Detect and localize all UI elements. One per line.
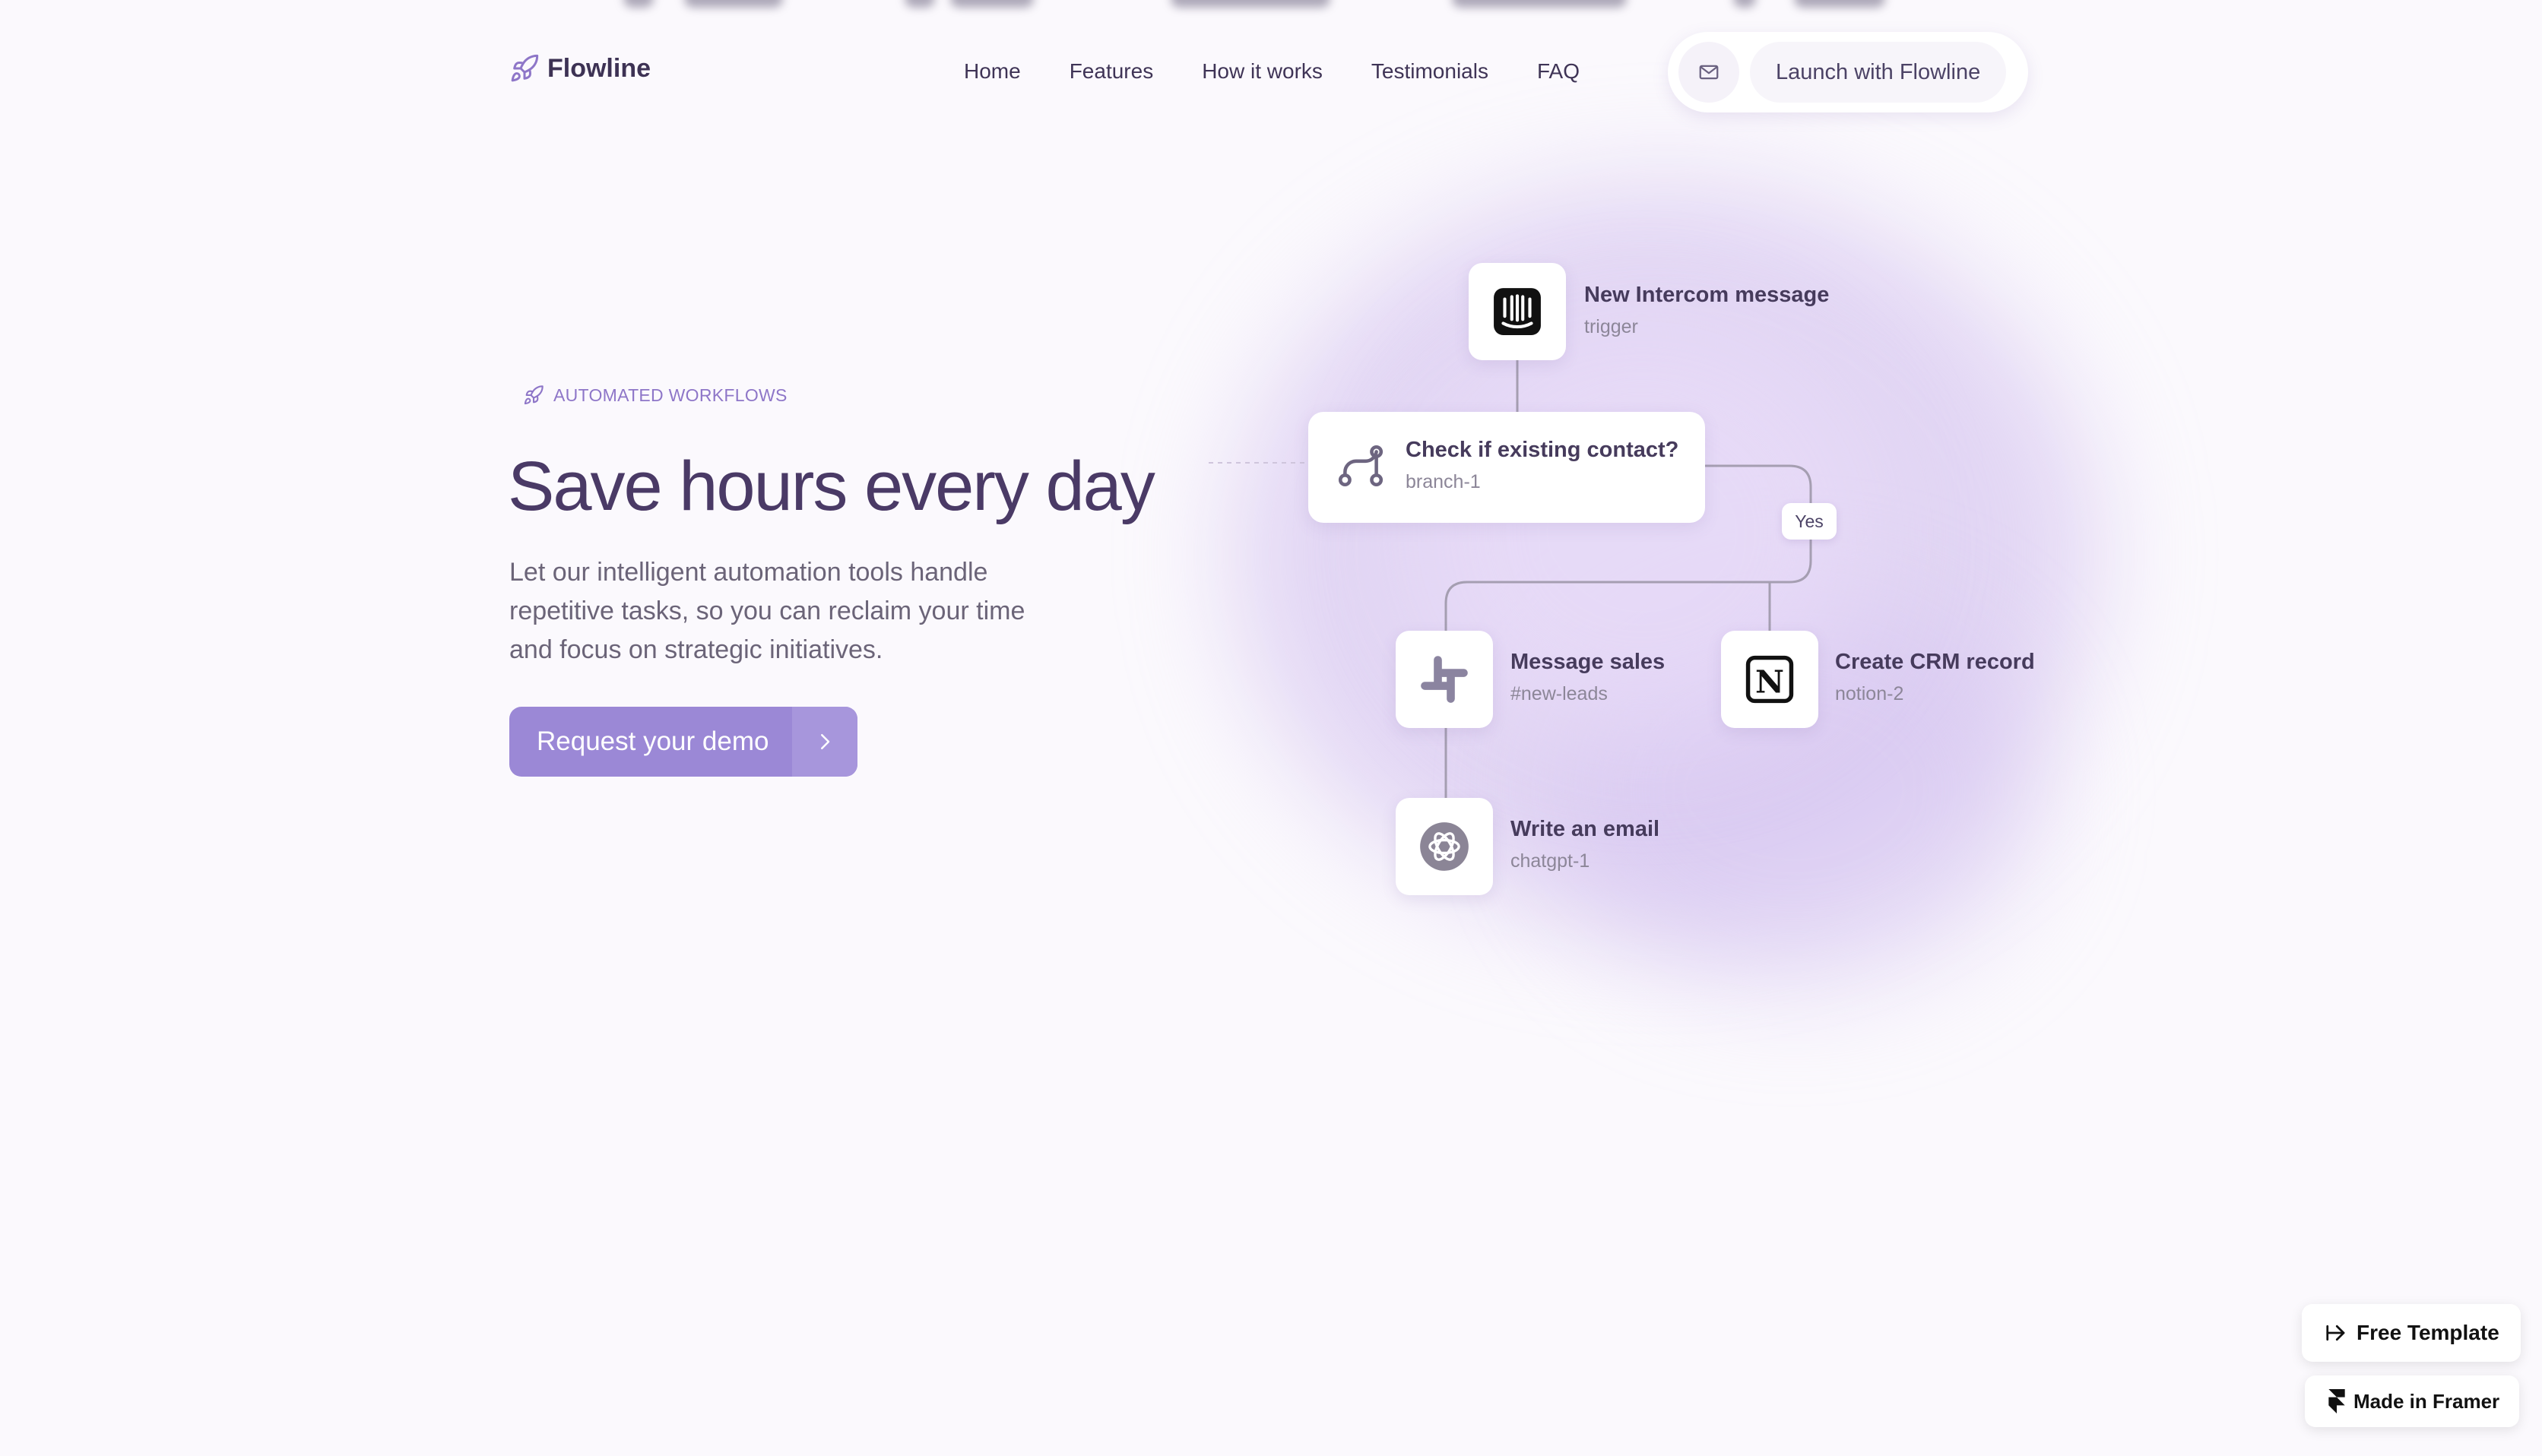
branch-subtitle: branch-1 (1406, 471, 1481, 492)
workflow-connectors (1209, 360, 1812, 798)
made-in-framer-label: Made in Framer (2353, 1389, 2500, 1413)
intercom-icon (1494, 288, 1541, 335)
branch-icon (1338, 445, 1384, 487)
slack-node[interactable] (1396, 631, 1493, 728)
framer-icon (2328, 1389, 2345, 1413)
slack-icon (1421, 656, 1468, 703)
slack-title: Message sales (1510, 650, 1666, 674)
chatgpt-title: Write an email (1510, 817, 1660, 841)
svg-text:N: N (1755, 663, 1784, 701)
branch-node[interactable]: Check if existing contact? branch-1 (1308, 412, 1705, 523)
intercom-node[interactable] (1469, 263, 1566, 360)
branch-title: Check if existing contact? (1406, 438, 1679, 462)
arrow-right-icon (2326, 1325, 2345, 1341)
trigger-title: New Intercom message (1584, 283, 1830, 307)
trigger-subtitle: trigger (1584, 316, 1638, 337)
chatgpt-icon (1420, 822, 1469, 871)
chatgpt-node[interactable] (1396, 798, 1493, 895)
chatgpt-subtitle: chatgpt-1 (1510, 850, 1590, 872)
made-in-framer-badge[interactable]: Made in Framer (2305, 1375, 2519, 1427)
slack-subtitle: #new-leads (1510, 683, 1608, 704)
free-template-label: Free Template (2357, 1321, 2499, 1344)
notion-subtitle: notion-2 (1835, 683, 1904, 704)
free-template-badge[interactable]: Free Template (2302, 1304, 2521, 1362)
notion-node[interactable]: N (1721, 631, 1818, 728)
notion-icon: N (1745, 655, 1794, 704)
condition-yes-badge: Yes (1782, 503, 1837, 540)
notion-title: Create CRM record (1835, 650, 2035, 674)
